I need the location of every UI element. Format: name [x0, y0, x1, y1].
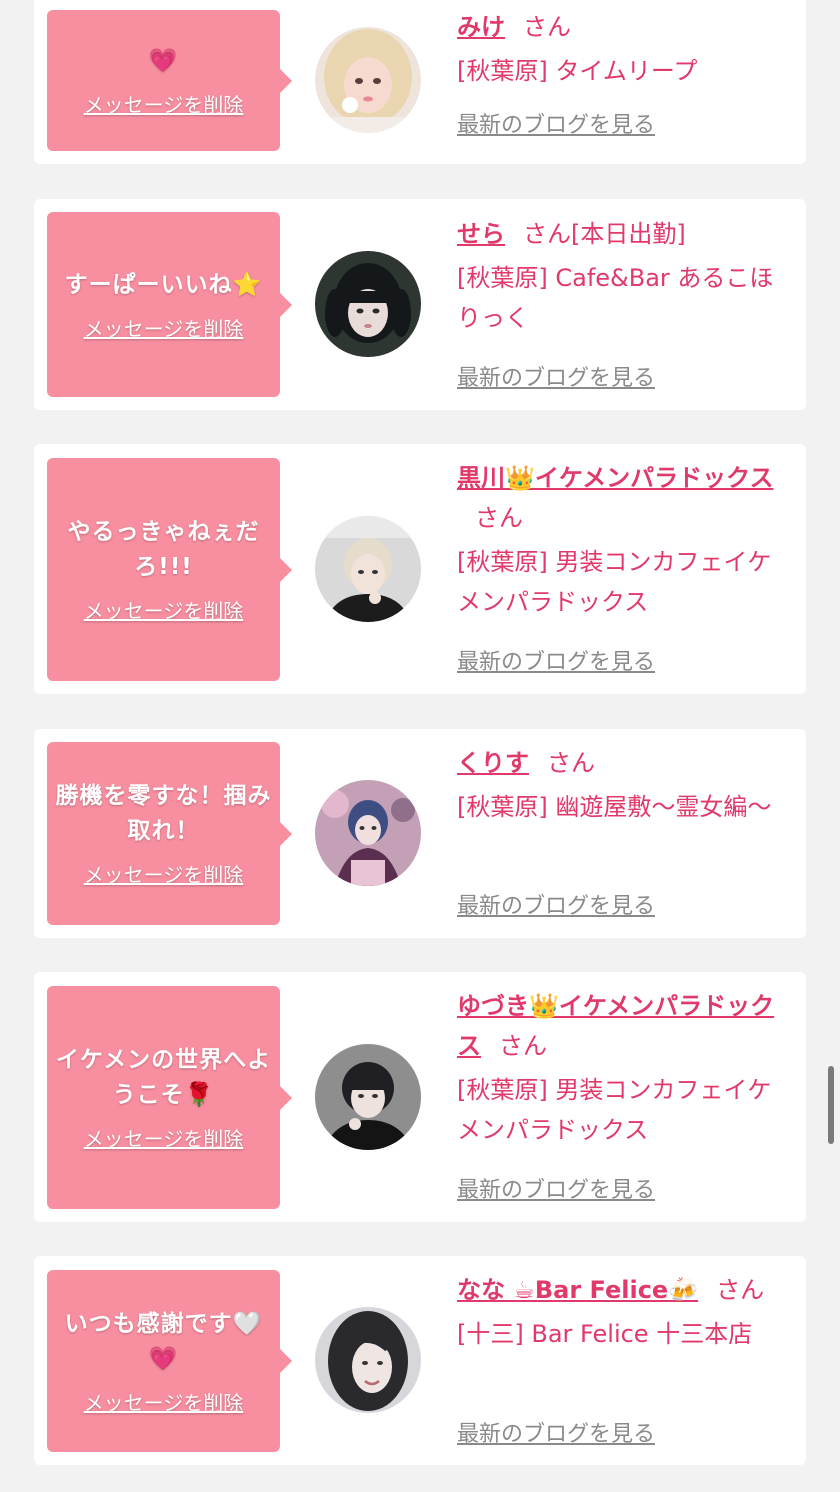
cast-info: せら さん[本日出勤] [秋葉原] Cafe&Bar あるこほりっく 最新のブログ…: [457, 214, 791, 399]
avatar[interactable]: [315, 27, 421, 133]
honorific: さん: [475, 504, 523, 532]
avatar-image: [315, 1307, 421, 1413]
list-item: イケメンの世界へようこそ🌹 メッセージを削除 ゆづき👑イケメンパラドックス さん …: [34, 972, 806, 1222]
delete-message-link[interactable]: メッセージを削除: [84, 595, 244, 624]
honorific: さん: [716, 1276, 765, 1304]
cast-name-link[interactable]: みけ: [457, 13, 505, 41]
cast-info: くりす さん [秋葉原] 幽遊屋敷～霊女編～ 最新のブログを見る: [457, 743, 791, 931]
cast-info: なな ☕Bar Felice🍻 さん [十三] Bar Felice 十三本店 最…: [457, 1270, 791, 1460]
delete-message-link[interactable]: メッセージを削除: [84, 313, 244, 342]
message-text: 勝機を零すな！掴み取れ！: [55, 783, 272, 844]
work-status: [本日出勤]: [571, 220, 686, 248]
list-item: 💗 メッセージを削除 みけ さん [秋葉原] タイムリープ 最新のブログを見る: [34, 0, 806, 164]
message-list: 💗 メッセージを削除 みけさん [秋葉原] タイムリープ 最新のブログを見る: [0, 0, 840, 1492]
cast-name-link[interactable]: くりす: [457, 749, 529, 777]
cast-info: ゆづき👑イケメンパラドックス さん [秋葉原] 男装コンカフェイケメンパラドックス…: [457, 986, 791, 1216]
list-item: やるっきゃねぇだろ!!! メッセージを削除 黒川👑イケメンパラドックスさん [秋…: [34, 444, 806, 694]
delete-message-link[interactable]: メッセージを削除: [84, 859, 244, 888]
latest-blog-link[interactable]: 最新のブログを見る: [457, 1416, 655, 1448]
shop-name: [秋葉原] Cafe&Bar あるこほりっく: [457, 264, 774, 332]
cast-name-link[interactable]: 黒川👑イケメンパラドックス: [457, 464, 773, 492]
honorific: さん: [547, 749, 595, 777]
delete-message-link[interactable]: メッセージを削除: [84, 1387, 244, 1416]
shop-name: [秋葉原] 幽遊屋敷～霊女編～: [457, 793, 772, 821]
list-item: いつも感謝です🤍💗 メッセージを削除 なな ☕Bar Felice🍻 さん [十三…: [34, 1256, 806, 1465]
avatar-image: [315, 251, 421, 357]
avatar-image: [315, 27, 421, 133]
cast-name-line: くりす さん: [457, 743, 791, 783]
shop-name: [秋葉原] 男装コンカフェイケメンパラドックス: [457, 1076, 772, 1144]
avatar-image: [315, 780, 421, 886]
list-item: 勝機を零すな！掴み取れ！ メッセージを削除 くりす さん [秋葉原] 幽遊屋敷～霊…: [34, 729, 806, 938]
delete-message-link[interactable]: メッセージを削除: [84, 1123, 244, 1152]
message-bubble: やるっきゃねぇだろ!!! メッセージを削除: [47, 458, 280, 681]
latest-blog-link[interactable]: 最新のブログを見る: [457, 888, 655, 920]
avatar[interactable]: [315, 1307, 421, 1413]
honorific: さん: [523, 13, 571, 41]
shop-name: [秋葉原] 男装コンカフェイケメンパラドックス: [457, 548, 772, 616]
cast-name-link[interactable]: せら: [457, 220, 505, 248]
message-text: 💗: [148, 47, 179, 74]
message-bubble: イケメンの世界へようこそ🌹 メッセージを削除: [47, 986, 280, 1209]
avatar[interactable]: [315, 780, 421, 886]
message-bubble: 勝機を零すな！掴み取れ！ メッセージを削除: [47, 742, 280, 925]
cast-name-line: 黒川👑イケメンパラドックスさん: [457, 458, 791, 538]
cast-info: みけ さん [秋葉原] タイムリープ 最新のブログを見る: [457, 7, 791, 157]
avatar-image: [315, 1044, 421, 1150]
message-text: やるっきゃねぇだろ!!!: [67, 519, 260, 580]
latest-blog-link[interactable]: 最新のブログを見る: [457, 107, 655, 139]
latest-blog-link[interactable]: 最新のブログを見る: [457, 360, 655, 392]
cast-name-link[interactable]: なな ☕Bar Felice🍻: [457, 1276, 698, 1304]
cast-info: 黒川👑イケメンパラドックスさん [秋葉原] 男装コンカフェイケメンパラドックス …: [457, 458, 791, 688]
list-item: すーぱーいいね⭐ メッセージを削除 せら さん[本日出勤] [秋葉原] Cafe&…: [34, 199, 806, 410]
cast-name-line: みけ さん: [457, 7, 791, 47]
scrollbar-thumb[interactable]: [828, 1066, 834, 1144]
avatar[interactable]: [315, 251, 421, 357]
message-bubble: すーぱーいいね⭐ メッセージを削除: [47, 212, 280, 397]
latest-blog-link[interactable]: 最新のブログを見る: [457, 644, 655, 676]
shop-name: [秋葉原] タイムリープ: [457, 57, 698, 85]
message-text: いつも感謝です🤍💗: [64, 1310, 263, 1372]
avatar-image: [315, 516, 421, 622]
message-bubble: いつも感謝です🤍💗 メッセージを削除: [47, 1270, 280, 1452]
message-text: すーぱーいいね⭐: [64, 271, 263, 298]
honorific: さん: [499, 1032, 547, 1060]
message-text: イケメンの世界へようこそ🌹: [55, 1047, 272, 1108]
honorific: さん: [523, 220, 571, 248]
delete-message-link[interactable]: メッセージを削除: [84, 89, 244, 118]
latest-blog-link[interactable]: 最新のブログを見る: [457, 1172, 655, 1204]
cast-name-line: ゆづき👑イケメンパラドックス さん: [457, 986, 791, 1066]
shop-name: [十三] Bar Felice 十三本店: [457, 1320, 753, 1348]
cast-name-line: なな ☕Bar Felice🍻 さん: [457, 1270, 791, 1310]
cast-name-line: せら さん[本日出勤]: [457, 214, 791, 254]
avatar[interactable]: [315, 516, 421, 622]
message-bubble: 💗 メッセージを削除: [47, 10, 280, 151]
avatar[interactable]: [315, 1044, 421, 1150]
